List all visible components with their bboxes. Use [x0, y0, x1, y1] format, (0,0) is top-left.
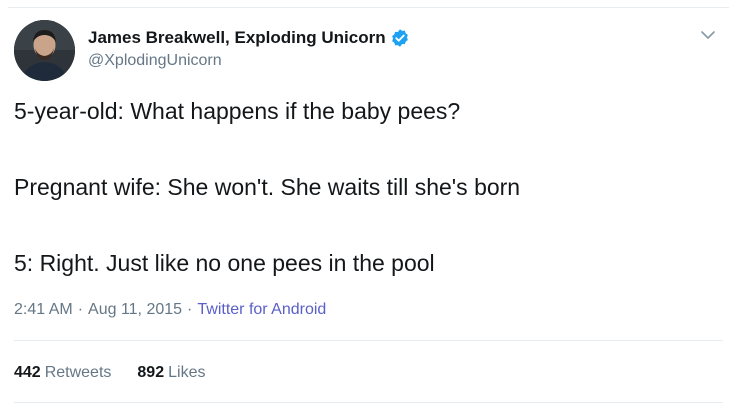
meta-separator: ·: [77, 301, 84, 318]
retweets-label: Retweets: [44, 364, 112, 381]
likes-count: 892: [137, 364, 165, 381]
display-name[interactable]: James Breakwell, Exploding Unicorn: [88, 28, 386, 48]
user-avatar-icon: [14, 20, 75, 81]
tweet-line: Pregnant wife: She won't. She waits till…: [14, 174, 521, 200]
likes-label: Likes: [168, 364, 206, 381]
tweet-date[interactable]: Aug 11, 2015: [88, 301, 182, 318]
stats-divider-top: [14, 340, 723, 341]
tweet-stats: 442 Retweets 892 Likes: [14, 364, 231, 382]
likes-stat[interactable]: 892 Likes: [137, 364, 205, 382]
meta-separator: ·: [187, 301, 193, 318]
verified-badge-icon: [391, 29, 408, 47]
top-divider: [8, 7, 729, 8]
tweet-meta: 2:41 AM · Aug 11, 2015 · Twitter for Android: [14, 301, 326, 319]
tweet-source-link[interactable]: Twitter for Android: [197, 301, 326, 318]
display-name-row: James Breakwell, Exploding Unicorn: [88, 26, 410, 50]
tweet-line: 5-year-old: What happens if the baby pee…: [14, 98, 461, 124]
retweets-stat[interactable]: 442 Retweets: [14, 364, 111, 382]
author-block: James Breakwell, Exploding Unicorn @Xplo…: [88, 26, 410, 70]
stats-divider-bottom: [14, 402, 723, 403]
tweet-line: 5: Right. Just like no one pees in the p…: [14, 250, 435, 276]
avatar[interactable]: [14, 20, 75, 81]
tweet-header: James Breakwell, Exploding Unicorn @Xplo…: [14, 20, 723, 82]
retweets-count: 442: [14, 364, 41, 381]
tweet-time[interactable]: 2:41 AM: [14, 301, 73, 318]
user-handle[interactable]: @XplodingUnicorn: [88, 52, 410, 70]
chevron-down-icon[interactable]: [699, 26, 717, 44]
